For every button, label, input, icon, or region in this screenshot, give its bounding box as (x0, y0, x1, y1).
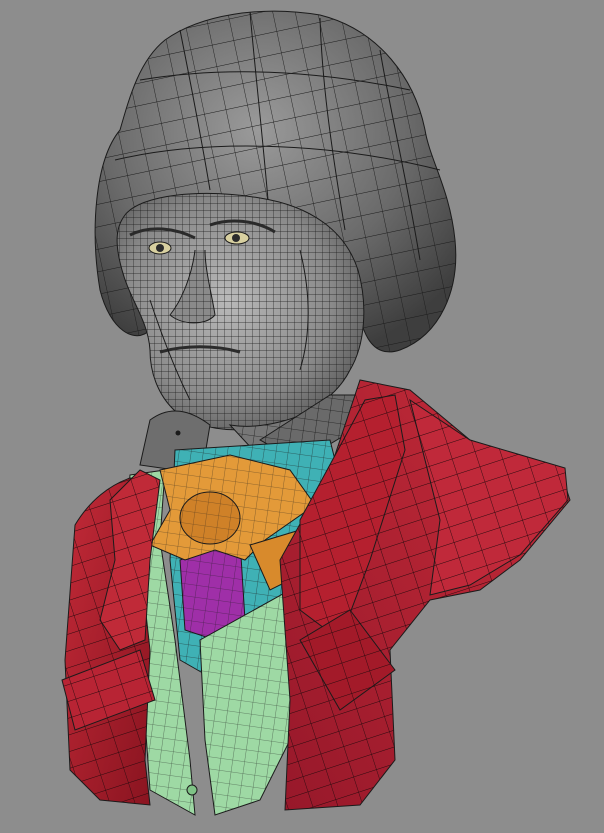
coat-left (61, 469, 161, 806)
bust-model-render (61, 10, 571, 816)
viewport (0, 0, 604, 833)
vest-button (186, 784, 198, 796)
